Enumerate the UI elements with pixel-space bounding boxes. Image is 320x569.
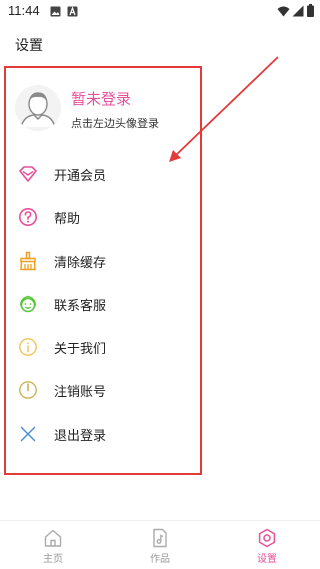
nav-settings[interactable]: 设置 bbox=[237, 521, 297, 569]
settings-icon bbox=[258, 528, 276, 548]
nav-label: 设置 bbox=[257, 554, 277, 565]
status-time: 11:44 bbox=[8, 3, 40, 18]
wifi-icon bbox=[277, 6, 290, 17]
nav-home[interactable]: 主页 bbox=[23, 521, 83, 569]
signal-icon bbox=[292, 5, 304, 17]
nav-label: 主页 bbox=[43, 554, 63, 565]
gallery-notification-icon bbox=[50, 6, 61, 17]
app-notification-icon bbox=[67, 6, 78, 17]
nav-works[interactable]: 作品 bbox=[130, 521, 190, 569]
page-title: 设置 bbox=[15, 38, 43, 54]
nav-label: 作品 bbox=[150, 554, 170, 565]
annotation-highlight-box bbox=[4, 66, 202, 475]
music-file-icon bbox=[153, 528, 167, 548]
battery-icon bbox=[307, 4, 314, 17]
status-bar: 11:44 bbox=[0, 0, 320, 24]
home-icon bbox=[44, 529, 62, 547]
bottom-nav: 主页 作品 设置 bbox=[0, 520, 320, 569]
